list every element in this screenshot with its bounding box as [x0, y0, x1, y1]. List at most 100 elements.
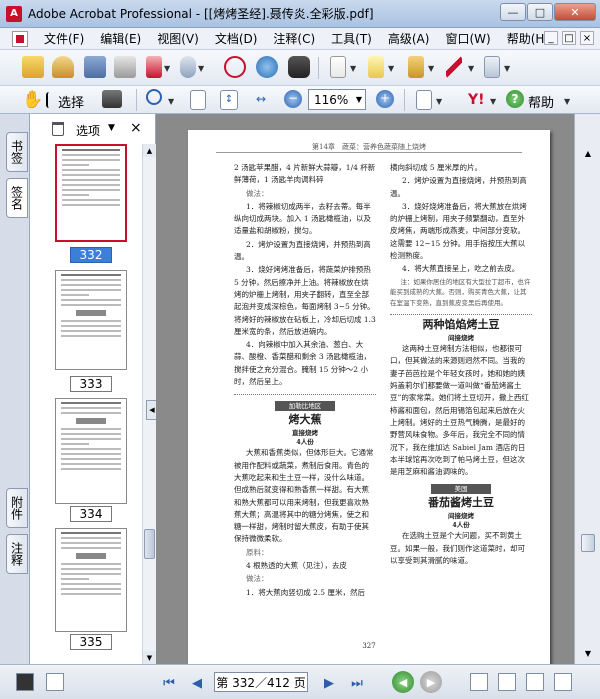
tab-signatures[interactable]: 签名 — [6, 178, 28, 218]
go-forward-icon[interactable]: ▶ — [420, 671, 442, 693]
organizer-icon[interactable] — [52, 56, 74, 78]
page-thumbnail-334[interactable] — [55, 398, 127, 504]
email-globe-icon[interactable] — [256, 56, 278, 78]
stamp-icon[interactable] — [224, 56, 246, 78]
sign-pen-icon[interactable] — [446, 56, 462, 78]
document-icon[interactable] — [12, 30, 28, 47]
step-text: 4．将大蕉直接呈上，吃之前去皮。 — [402, 264, 520, 274]
trash-icon[interactable] — [52, 122, 64, 136]
doc-restore-button[interactable]: □ — [562, 31, 576, 45]
facing-icon[interactable] — [526, 673, 544, 691]
sign-dropdown-icon[interactable]: ▼ — [468, 64, 474, 73]
actual-size-icon[interactable] — [190, 90, 206, 110]
help-dropdown-icon[interactable]: ▼ — [564, 97, 570, 106]
menu-edit[interactable]: 编辑(E) — [92, 30, 149, 47]
search-binoculars-icon[interactable] — [288, 56, 310, 78]
page-label-334[interactable]: 334 — [70, 506, 112, 522]
status-bar: ⏮ ◀ 第 332／412 页 ▶ ⏭ ◀ ▶ — [0, 664, 600, 699]
previous-page-icon[interactable]: ◀ — [188, 674, 206, 692]
region-badge: 美国 — [431, 484, 491, 495]
zoom-tool-dropdown-icon[interactable]: ▼ — [168, 97, 174, 106]
continuous-facing-icon[interactable] — [554, 673, 572, 691]
page-label-332[interactable]: 332 — [70, 247, 112, 263]
open-folder-icon[interactable] — [22, 56, 44, 78]
screen-icon[interactable] — [16, 673, 34, 691]
close-button[interactable]: ✕ — [554, 3, 596, 21]
attach-dropdown-icon[interactable]: ▼ — [198, 64, 204, 73]
forms-dropdown-icon[interactable]: ▼ — [504, 64, 510, 73]
export-dropdown-icon[interactable]: ▼ — [350, 64, 356, 73]
page-layout-dropdown-icon[interactable]: ▼ — [436, 97, 442, 106]
menu-file[interactable]: 文件(F) — [36, 30, 92, 47]
page-thumbnail-333[interactable] — [55, 270, 127, 370]
toolbar-separator — [136, 89, 137, 111]
scroll-down-icon[interactable]: ▼ — [580, 646, 596, 660]
tab-comments[interactable]: 注释 — [6, 534, 28, 574]
thumbnail-scroll-thumb[interactable] — [144, 529, 155, 559]
scroll-up-icon[interactable]: ▲ — [143, 144, 156, 157]
recipe-title: 番茄酱烤土豆 — [428, 496, 494, 510]
hand-tool-icon[interactable]: ✋ — [22, 89, 44, 111]
tab-attachments[interactable]: 附件 — [6, 488, 28, 528]
yahoo-search-icon[interactable]: Y! — [468, 89, 490, 111]
forms-icon[interactable] — [484, 56, 500, 78]
page-thumbnail-335[interactable] — [55, 528, 127, 632]
page-number-field[interactable]: 第 332／412 页 — [214, 672, 308, 692]
zoom-level-field[interactable]: 116% ▼ — [308, 89, 366, 110]
menu-view[interactable]: 视图(V) — [149, 30, 207, 47]
minimize-button[interactable]: — — [500, 3, 526, 21]
last-page-icon[interactable]: ⏭ — [348, 674, 366, 692]
page-thumbnail-332[interactable] — [55, 144, 127, 242]
fullscreen-icon[interactable] — [46, 673, 64, 691]
scroll-down-icon[interactable]: ▼ — [143, 651, 156, 664]
document-scroll-thumb[interactable] — [581, 534, 595, 552]
create-pdf-icon[interactable] — [146, 56, 162, 78]
document-scrollbar[interactable]: ▲ ▼ — [574, 114, 600, 664]
menu-window[interactable]: 窗口(W) — [437, 30, 498, 47]
page-layout-icon[interactable] — [416, 90, 432, 110]
scroll-up-icon[interactable]: ▲ — [580, 146, 596, 160]
first-page-icon[interactable]: ⏮ — [160, 674, 178, 692]
options-button[interactable]: 选项 — [76, 122, 100, 139]
next-page-icon[interactable]: ▶ — [320, 674, 338, 692]
fit-width-icon[interactable]: ↔ — [252, 90, 270, 110]
yahoo-dropdown-icon[interactable]: ▼ — [490, 97, 496, 106]
doc-close-button[interactable]: × — [580, 31, 594, 45]
review-comment-icon[interactable] — [368, 56, 384, 78]
panel-close-icon[interactable]: × — [130, 120, 142, 136]
continuous-icon[interactable] — [498, 673, 516, 691]
select-tool-label[interactable]: 选择 — [58, 92, 84, 111]
zoom-in-icon[interactable]: + — [376, 90, 394, 108]
page-label-335[interactable]: 335 — [70, 634, 112, 650]
help-question-icon[interactable]: ? — [506, 90, 524, 108]
menu-advanced[interactable]: 高级(A) — [380, 30, 438, 47]
menu-comments[interactable]: 注释(C) — [265, 30, 323, 47]
options-dropdown-icon[interactable]: ▼ — [108, 123, 115, 133]
zoom-dropdown-icon[interactable]: ▼ — [356, 95, 362, 104]
secure-dropdown-icon[interactable]: ▼ — [428, 64, 434, 73]
save-icon[interactable] — [84, 56, 106, 78]
export-pdf-icon[interactable] — [330, 56, 346, 78]
print-icon[interactable] — [114, 56, 136, 78]
review-dropdown-icon[interactable]: ▼ — [388, 64, 394, 73]
go-back-icon[interactable]: ◀ — [392, 671, 414, 693]
doc-minimize-button[interactable]: _ — [544, 31, 558, 45]
single-page-icon[interactable] — [470, 673, 488, 691]
cooking-method: 直接烧烤 — [292, 429, 318, 438]
menu-document[interactable]: 文档(D) — [207, 30, 266, 47]
secure-lock-icon[interactable] — [408, 56, 424, 78]
document-view[interactable]: 第14章 蔬菜：营养色蔬菜随上烧烤 2 汤匙苹果醋，4 片新鲜大蒜瓣，1/4 杯… — [156, 114, 574, 664]
maximize-button[interactable]: □ — [527, 3, 553, 21]
zoom-in-tool-icon[interactable] — [146, 89, 162, 105]
select-tool-icon[interactable] — [46, 92, 56, 108]
snapshot-camera-icon[interactable] — [102, 90, 122, 108]
create-pdf-dropdown-icon[interactable]: ▼ — [164, 64, 170, 73]
help-label[interactable]: 帮助 — [528, 92, 554, 111]
page-label-333[interactable]: 333 — [70, 376, 112, 392]
zoom-out-icon[interactable]: − — [284, 90, 302, 108]
fit-page-icon[interactable]: ↕ — [220, 90, 238, 110]
menu-tools[interactable]: 工具(T) — [323, 30, 380, 47]
attach-icon[interactable] — [180, 56, 196, 78]
toolbar-separator — [318, 57, 319, 79]
tab-bookmarks[interactable]: 书签 — [6, 132, 28, 172]
